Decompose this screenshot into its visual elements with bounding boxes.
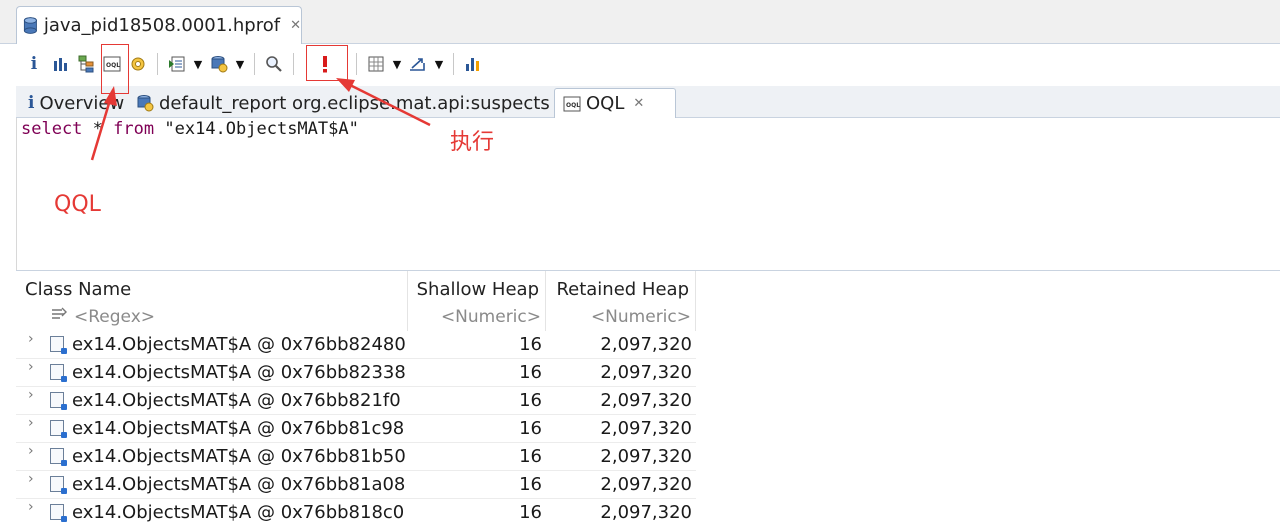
qql-annotation-label: QQL [54,192,101,217]
execute-annotation-label: 执行 [450,130,495,155]
annotation-arrows [90,78,431,161]
